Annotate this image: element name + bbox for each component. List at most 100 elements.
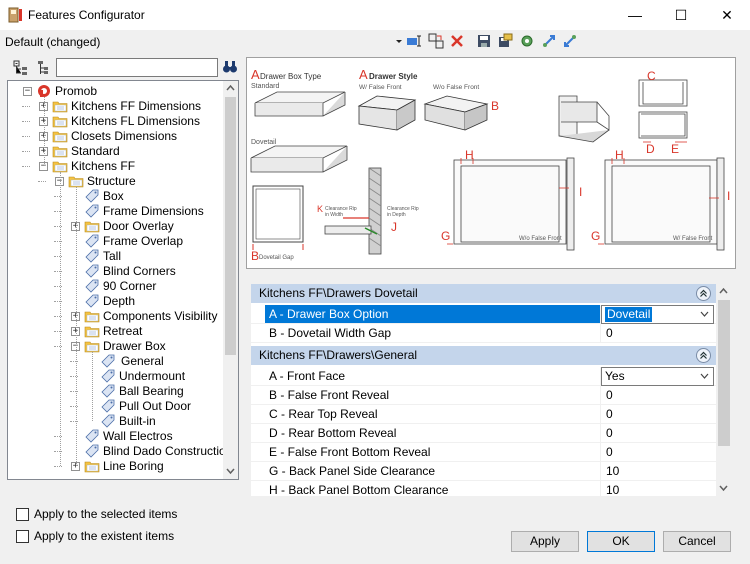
tree-item[interactable]: + Standard xyxy=(8,144,224,159)
tree-item[interactable]: − Structure xyxy=(8,174,224,189)
chevron-down-icon[interactable] xyxy=(697,370,711,384)
property-value[interactable]: 0 xyxy=(606,324,613,342)
property-scroll-thumb[interactable] xyxy=(718,300,730,446)
tree-item[interactable]: Wall Electros xyxy=(8,429,224,444)
tree-item[interactable]: Blind Corners xyxy=(8,264,224,279)
window-title: Features Configurator xyxy=(28,8,145,22)
tree-connector xyxy=(38,181,46,182)
tag-icon xyxy=(85,264,99,278)
tag-icon xyxy=(85,189,99,203)
property-row[interactable]: D - Rear Bottom Reveal 0 xyxy=(251,424,716,443)
tree-item[interactable]: − Kitchens FF xyxy=(8,159,224,174)
property-value[interactable]: 0 xyxy=(606,386,613,404)
property-row[interactable]: B - False Front Reveal 0 xyxy=(251,386,716,405)
chevron-down-icon[interactable] xyxy=(697,308,711,322)
collapse-all-icon[interactable] xyxy=(35,60,51,76)
clearance-width-label-2: in Width xyxy=(325,212,343,218)
tree-item[interactable]: Built-in xyxy=(8,414,224,429)
property-value-dropdown[interactable]: Yes xyxy=(601,367,714,386)
tree-item[interactable]: + Retreat xyxy=(8,324,224,339)
apply-selected-checkbox[interactable] xyxy=(16,508,29,521)
tree-item[interactable]: + Door Overlay xyxy=(8,219,224,234)
tree-item[interactable]: − Promob xyxy=(8,84,224,99)
tree-item[interactable]: + Components Visibility xyxy=(8,309,224,324)
tree-scroll-thumb[interactable] xyxy=(225,97,236,355)
close-button[interactable]: ✕ xyxy=(704,0,750,30)
tree-guide-line xyxy=(44,97,45,166)
tree-item[interactable]: Blind Dado Construction xyxy=(8,444,232,459)
tree-item[interactable]: 90 Corner xyxy=(8,279,224,294)
tree-item[interactable]: − Drawer Box xyxy=(8,339,224,354)
feature-tree[interactable]: − Promob + Kitchens FF Dimensions + Kitchens … xyxy=(7,80,239,480)
tree-search-input[interactable] xyxy=(56,58,218,77)
binoculars-icon[interactable] xyxy=(222,59,238,75)
without-false-front-drawer xyxy=(423,95,489,131)
minimize-button[interactable]: — xyxy=(612,0,658,30)
tree-item[interactable]: + Kitchens FF Dimensions xyxy=(8,99,224,114)
property-value-dropdown[interactable]: Dovetail xyxy=(601,305,714,324)
property-scroll-down-icon[interactable] xyxy=(719,484,728,492)
column-divider xyxy=(600,386,601,405)
copy-configuration-icon[interactable] xyxy=(428,33,444,49)
tree-item-label: Blind Dado Construction xyxy=(103,444,233,458)
property-group-header[interactable]: Kitchens FF\Drawers Dovetail xyxy=(251,284,716,303)
tree-scrollbar[interactable] xyxy=(223,81,238,479)
tree-item[interactable]: + Closets Dimensions xyxy=(8,129,224,144)
property-value[interactable]: 0 xyxy=(606,443,613,461)
tree-item-label: Wall Electros xyxy=(103,429,173,443)
property-row[interactable]: G - Back Panel Side Clearance 10 xyxy=(251,462,716,481)
export-icon[interactable] xyxy=(541,33,557,49)
apply-button[interactable]: Apply xyxy=(511,531,579,552)
delete-icon[interactable] xyxy=(449,33,465,49)
tag-icon xyxy=(85,234,99,248)
property-scroll-up-icon[interactable] xyxy=(719,287,728,295)
with-false-front-label: W/ False Front xyxy=(359,84,402,91)
property-value[interactable]: 10 xyxy=(606,481,619,496)
collapse-group-icon[interactable] xyxy=(696,286,711,301)
property-row[interactable]: H - Back Panel Bottom Clearance 10 xyxy=(251,481,716,496)
import-icon[interactable] xyxy=(562,33,578,49)
tree-item[interactable]: Tall xyxy=(8,249,224,264)
property-row[interactable]: A - Front Face Yes xyxy=(251,367,716,386)
dropdown-arrow-icon[interactable] xyxy=(391,33,407,49)
tree-item[interactable]: Frame Overlap xyxy=(8,234,224,249)
tree-item[interactable]: + Line Boring xyxy=(8,459,224,474)
property-value[interactable]: 0 xyxy=(606,405,613,423)
apply-existent-checkbox[interactable] xyxy=(16,530,29,543)
scroll-up-icon[interactable] xyxy=(226,84,235,92)
property-row[interactable]: B - Dovetail Width Gap 0 xyxy=(251,324,716,343)
property-row[interactable]: A - Drawer Box Option Dovetail xyxy=(251,305,716,324)
tree-item[interactable]: Frame Dimensions xyxy=(8,204,224,219)
property-row[interactable]: C - Rear Top Reveal 0 xyxy=(251,405,716,424)
property-value[interactable]: 10 xyxy=(606,462,619,480)
ok-button[interactable]: OK xyxy=(587,531,655,552)
save-as-icon[interactable] xyxy=(497,33,513,49)
property-grid[interactable]: Kitchens FF\Drawers Dovetail A - Drawer B… xyxy=(251,284,716,496)
false-front-reveal-letter: B xyxy=(491,99,499,113)
cancel-button[interactable]: Cancel xyxy=(663,531,731,552)
tree-connector xyxy=(22,166,30,167)
tree-item[interactable]: Depth xyxy=(8,294,224,309)
tree-item[interactable]: Undermount xyxy=(8,369,224,384)
maximize-button[interactable]: ☐ xyxy=(658,0,704,30)
property-value[interactable]: 0 xyxy=(606,424,613,442)
rename-icon[interactable] xyxy=(406,33,422,49)
property-row[interactable]: E - False Front Bottom Reveal 0 xyxy=(251,443,716,462)
property-group-header[interactable]: Kitchens FF\Drawers\General xyxy=(251,346,716,365)
expand-all-icon[interactable] xyxy=(13,60,29,76)
property-scrollbar[interactable] xyxy=(716,284,732,496)
scroll-down-icon[interactable] xyxy=(226,467,235,475)
tree-item[interactable]: General xyxy=(8,354,224,369)
box-type-letter: A xyxy=(251,67,260,82)
tree-item[interactable]: + Kitchens FL Dimensions xyxy=(8,114,224,129)
tree-item[interactable]: Box xyxy=(8,189,224,204)
with-false-front-caption: W/ False Front xyxy=(673,236,713,242)
drawer-diagram: A Drawer Box Type Standard Dovetail B Do… xyxy=(250,67,730,263)
collapse-group-icon[interactable] xyxy=(696,348,711,363)
save-icon[interactable] xyxy=(476,33,492,49)
collapse-icon[interactable]: − xyxy=(23,87,32,96)
gear-icon[interactable] xyxy=(519,33,535,49)
tree-item[interactable]: Pull Out Door xyxy=(8,399,224,414)
tree-item[interactable]: Ball Bearing xyxy=(8,384,224,399)
tree-connector xyxy=(54,466,62,467)
